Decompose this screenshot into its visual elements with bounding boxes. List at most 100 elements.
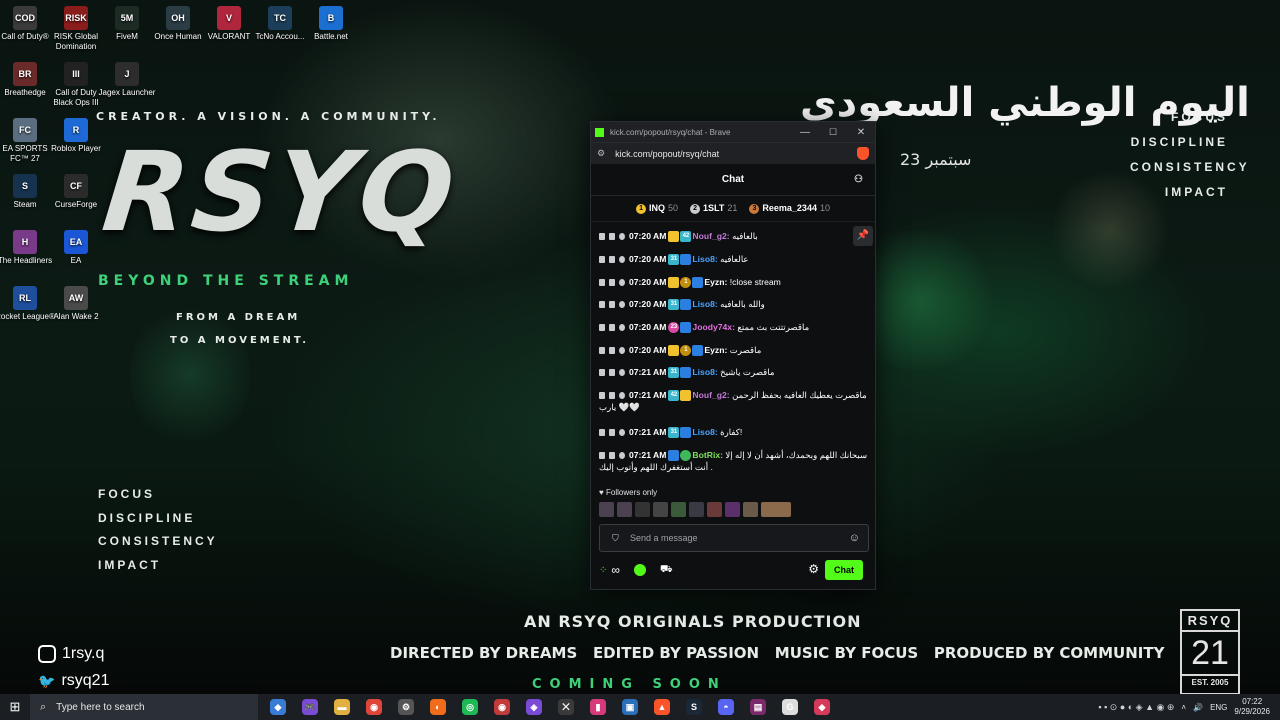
message-username[interactable]: Liso8: [692,299,717,309]
ban-icon[interactable] [619,324,625,332]
timeout-icon[interactable] [609,392,615,400]
ban-icon[interactable] [619,279,625,287]
message-username[interactable]: Liso8: [692,367,717,377]
pin-icon[interactable]: 📌 [853,226,873,246]
app-icon[interactable]: ▣ [619,696,641,718]
ban-icon[interactable] [619,452,625,460]
chat-message[interactable]: 07:20 AM 31 Liso8: والله بالعافيه [599,298,869,311]
chat-message[interactable]: 07:20 AM 42 Nouf_g2: بالعافيه [599,230,869,243]
desktop-icon[interactable]: EA EA [46,230,106,266]
timeout-icon[interactable] [609,256,615,264]
send-chat-button[interactable]: Chat [825,560,863,580]
desktop-icon[interactable]: AW Alan Wake 2 [46,286,106,322]
xbox-icon[interactable]: 🎮 [299,696,321,718]
language-indicator[interactable]: ENG [1210,703,1227,712]
message-username[interactable]: Liso8: [692,254,717,264]
message-username[interactable]: Eyzn: [704,345,727,355]
ban-icon[interactable] [619,347,625,355]
chat-message[interactable]: 07:21 AM 31 Liso8: كفارة! [599,426,869,439]
browser-window[interactable]: kick.com/popout/rsyq/chat - Brave — ☐ ✕ … [590,121,876,590]
app-icon[interactable]: ▮ [587,696,609,718]
file-explorer-icon[interactable]: ▬ [331,696,353,718]
emote[interactable] [653,502,668,517]
timeout-icon[interactable] [609,324,615,332]
delete-icon[interactable] [599,429,605,437]
timeout-icon[interactable] [609,301,615,309]
chat-message[interactable]: 07:20 AM 1 Eyzn: ماقصرت [599,344,869,357]
site-settings-icon[interactable]: ⚙ [597,148,605,159]
points-icon[interactable]: ⁘ [599,565,607,576]
message-username[interactable]: Eyzn: [704,277,727,287]
emote[interactable] [707,502,722,517]
leaderboard-entry[interactable]: 3 Reema_2344 10 [749,203,830,214]
delete-icon[interactable] [599,279,605,287]
ban-icon[interactable] [619,301,625,309]
emote[interactable] [725,502,740,517]
obs-icon[interactable]: ⚙ [395,696,417,718]
delete-icon[interactable] [599,233,605,241]
timeout-icon[interactable] [609,279,615,287]
window-titlebar[interactable]: kick.com/popout/rsyq/chat - Brave — ☐ ✕ [591,122,875,142]
address-bar[interactable]: ⚙ kick.com/popout/rsyq/chat [591,142,875,164]
delete-icon[interactable] [599,301,605,309]
app-icon[interactable]: ◉ [491,696,513,718]
taskbar-search[interactable]: ⌕ Type here to search [30,694,258,720]
settings-icon[interactable]: ⚙ [808,562,819,576]
emote[interactable] [635,502,650,517]
emote[interactable] [599,502,614,517]
desktop-icon[interactable]: J Jagex Launcher [97,62,157,98]
chat-message[interactable]: 07:20 AM 31 Liso8: عالعافيه [599,253,869,266]
desktop-icon[interactable]: CF CurseForge [46,174,106,210]
message-username[interactable]: BotRix: [692,450,723,460]
emote[interactable] [743,502,758,517]
ban-icon[interactable] [619,369,625,377]
steam-icon[interactable]: S [683,696,705,718]
ban-icon[interactable] [619,233,625,241]
chat-message[interactable]: 07:20 AM 1 Eyzn: !close stream [599,276,869,289]
start-button[interactable]: ⊞ [0,694,30,720]
clock[interactable]: 07:22 9/29/2026 [1234,697,1270,717]
discord-icon[interactable]: ◓ [715,696,737,718]
chat-message[interactable]: 07:20 AM 23 Joody74x: ماقصرتتتت بث ممتع [599,321,869,334]
message-username[interactable]: Nouf_g2: [692,231,729,241]
close-icon[interactable]: ✕ [847,127,875,138]
xbox-app-icon[interactable]: ⨉ [555,696,577,718]
message-username[interactable]: Joody74x: [692,322,735,332]
widgets-icon[interactable]: ◆ [267,696,289,718]
timeout-icon[interactable] [609,369,615,377]
ban-icon[interactable] [619,256,625,264]
chat-message[interactable]: 07:21 AM BotRix: سبحانك اللهم وبحمدك، أشه… [599,449,869,473]
chat-message[interactable]: 07:21 AM 31 Liso8: ماقصرت ياشيخ [599,366,869,379]
app-icon[interactable]: ▤ [747,696,769,718]
leaderboard-entry[interactable]: 2 1SLT 21 [690,203,737,214]
chat-message[interactable]: 07:21 AM 42 Nouf_g2: ماقصرت يعطيك العافيه … [599,389,869,413]
emote[interactable] [671,502,686,517]
leaderboard-entry[interactable]: 1 INQ 50 [636,203,678,214]
timeout-icon[interactable] [609,452,615,460]
users-icon[interactable]: ⚇ [854,174,863,185]
timeout-icon[interactable] [609,429,615,437]
delete-icon[interactable] [599,256,605,264]
message-username[interactable]: Nouf_g2: [692,390,729,400]
timeout-icon[interactable] [609,233,615,241]
timeout-icon[interactable] [609,347,615,355]
url-text[interactable]: kick.com/popout/rsyq/chat [615,149,857,159]
maximize-icon[interactable]: ☐ [819,127,847,138]
minimize-icon[interactable]: — [791,127,819,138]
desktop-icon[interactable]: B Battle.net [301,6,361,42]
kick-app-icon[interactable]: ◈ [523,696,545,718]
ban-icon[interactable] [619,429,625,437]
chrome-icon[interactable]: ◉ [363,696,385,718]
delete-icon[interactable] [599,324,605,332]
spotify-icon[interactable]: ◎ [459,696,481,718]
app-icon[interactable]: G [779,696,801,718]
ban-icon[interactable] [619,392,625,400]
delete-icon[interactable] [599,369,605,377]
kick-icon[interactable] [633,564,646,576]
emote-strip[interactable] [599,502,791,518]
brave-icon[interactable]: ▲ [651,696,673,718]
emote[interactable] [689,502,704,517]
delete-icon[interactable] [599,392,605,400]
delete-icon[interactable] [599,452,605,460]
brave-shield-icon[interactable] [857,147,869,160]
